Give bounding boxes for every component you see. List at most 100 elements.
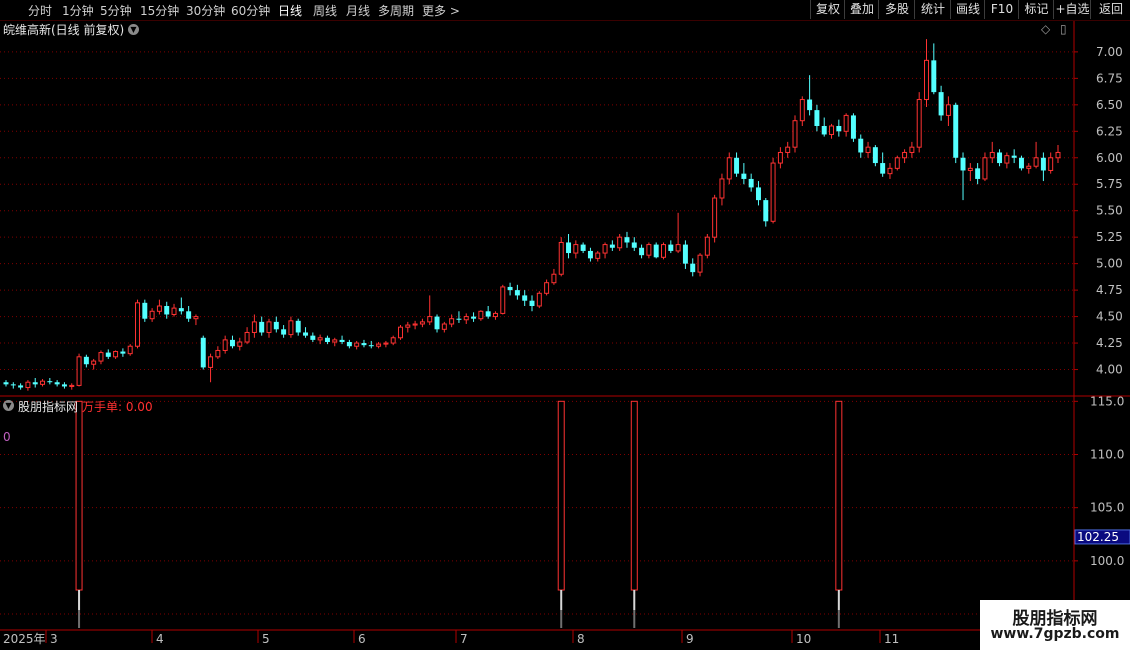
candle xyxy=(368,340,374,349)
candle xyxy=(229,335,235,349)
candle-body xyxy=(850,115,856,139)
chart-grid xyxy=(0,20,1130,645)
candle xyxy=(113,350,119,359)
toolbar-button-8[interactable]: 返回 xyxy=(1090,0,1130,19)
candle-body xyxy=(208,356,214,368)
candle xyxy=(208,353,214,383)
candle xyxy=(40,379,46,387)
candle-body xyxy=(960,157,966,171)
candle xyxy=(412,320,418,330)
toolbar-button-3[interactable]: 统计 xyxy=(914,0,951,19)
candle-body xyxy=(770,162,776,222)
candle xyxy=(865,141,871,158)
candle-body xyxy=(792,120,798,148)
candle xyxy=(631,237,637,251)
candle xyxy=(156,299,162,315)
candle-body xyxy=(938,92,944,116)
indicator-title[interactable]: 股朋指标网 xyxy=(18,398,78,415)
candle-body xyxy=(807,99,813,111)
candle xyxy=(471,312,477,322)
candle-body xyxy=(113,351,119,358)
candle xyxy=(872,145,878,167)
indicator-zero-label: 0 xyxy=(3,430,11,444)
candle xyxy=(967,163,973,182)
timeframe-tab-1[interactable]: 1分钟 xyxy=(62,2,94,19)
candle-body xyxy=(682,244,688,264)
timeframe-tab-7[interactable]: 周线 xyxy=(313,2,337,19)
candle-body xyxy=(631,242,637,248)
timeframe-tab-6[interactable]: 日线 xyxy=(278,2,302,19)
close-panel-icon[interactable]: ▯ xyxy=(1060,22,1067,36)
price-tick-label: 6.00 xyxy=(1096,151,1123,165)
candle-body xyxy=(1026,165,1032,169)
candle xyxy=(222,335,228,354)
candle-body xyxy=(587,250,593,259)
candle xyxy=(975,163,981,185)
candle-body xyxy=(653,244,659,258)
candle xyxy=(1040,152,1046,182)
candle xyxy=(609,240,615,251)
candle-body xyxy=(91,360,97,365)
toolbar-button-6[interactable]: 标记 xyxy=(1018,0,1054,19)
toolbar-button-5[interactable]: F10 xyxy=(984,0,1019,19)
price-tick-label: 7.00 xyxy=(1096,45,1123,59)
candle xyxy=(18,383,24,390)
chevron-down-icon[interactable]: ▼ xyxy=(128,24,139,35)
candle-body xyxy=(529,300,535,306)
candle-body xyxy=(376,343,382,347)
stock-title[interactable]: 皖维高新(日线 前复权) xyxy=(3,21,124,38)
toolbar-button-1[interactable]: 叠加 xyxy=(844,0,879,19)
candle-body xyxy=(237,341,243,347)
candle xyxy=(354,340,360,350)
candle xyxy=(748,173,754,192)
signal-bar-body xyxy=(835,400,843,591)
candle-body xyxy=(317,337,323,341)
toolbar-button-2[interactable]: 多股 xyxy=(878,0,915,19)
candle-body xyxy=(580,244,586,251)
toolbar-button-7[interactable]: +自选 xyxy=(1053,0,1091,19)
timeframe-tab-3[interactable]: 15分钟 xyxy=(140,2,179,19)
candle-body xyxy=(229,339,235,347)
candle xyxy=(69,383,75,390)
candle xyxy=(843,113,849,137)
candle-body xyxy=(295,320,301,333)
candle-body xyxy=(76,356,82,386)
candle xyxy=(909,141,915,158)
candle xyxy=(617,234,623,251)
candle xyxy=(61,382,67,389)
candle-body xyxy=(872,147,878,164)
candle-body xyxy=(54,382,60,385)
timeframe-tab-10[interactable]: 更多 > xyxy=(422,2,460,19)
price-tick-label: 4.75 xyxy=(1096,283,1123,297)
timeframe-tab-0[interactable]: 分时 xyxy=(28,2,52,19)
settings-diamond-icon[interactable]: ◇ xyxy=(1041,22,1050,36)
toolbar-button-4[interactable]: 画线 xyxy=(950,0,985,19)
timeframe-tab-2[interactable]: 5分钟 xyxy=(100,2,132,19)
signal-bar-body xyxy=(75,400,83,591)
timeframe-tab-9[interactable]: 多周期 xyxy=(378,2,414,19)
candle-body xyxy=(383,342,389,345)
time-tick-label: 2025年 xyxy=(3,632,46,646)
candle-body xyxy=(646,244,652,256)
candle xyxy=(653,242,659,259)
candle-body xyxy=(726,157,732,180)
candle xyxy=(244,327,250,345)
timeframe-tab-5[interactable]: 60分钟 xyxy=(231,2,270,19)
candle xyxy=(960,152,966,201)
candle-body xyxy=(1018,157,1024,169)
candle-body xyxy=(149,310,155,320)
candle-body xyxy=(485,311,491,317)
indicator-menu-icon[interactable]: ▼ xyxy=(3,400,14,411)
candle-body xyxy=(346,342,352,347)
candle xyxy=(76,353,82,387)
kline-chart[interactable]: 4.00 4.25 4.50 4.75 5.00 5.25 5.50 5.75 6.00 6.25… xyxy=(0,0,1130,650)
timeframe-tab-8[interactable]: 月线 xyxy=(346,2,370,19)
candle-body xyxy=(310,335,316,340)
toolbar-button-0[interactable]: 复权 xyxy=(810,0,845,19)
candle xyxy=(288,316,294,338)
candle-body xyxy=(83,356,89,365)
candle-body xyxy=(500,286,506,314)
candle xyxy=(434,314,440,333)
candle-body xyxy=(332,339,338,343)
timeframe-tab-4[interactable]: 30分钟 xyxy=(186,2,225,19)
